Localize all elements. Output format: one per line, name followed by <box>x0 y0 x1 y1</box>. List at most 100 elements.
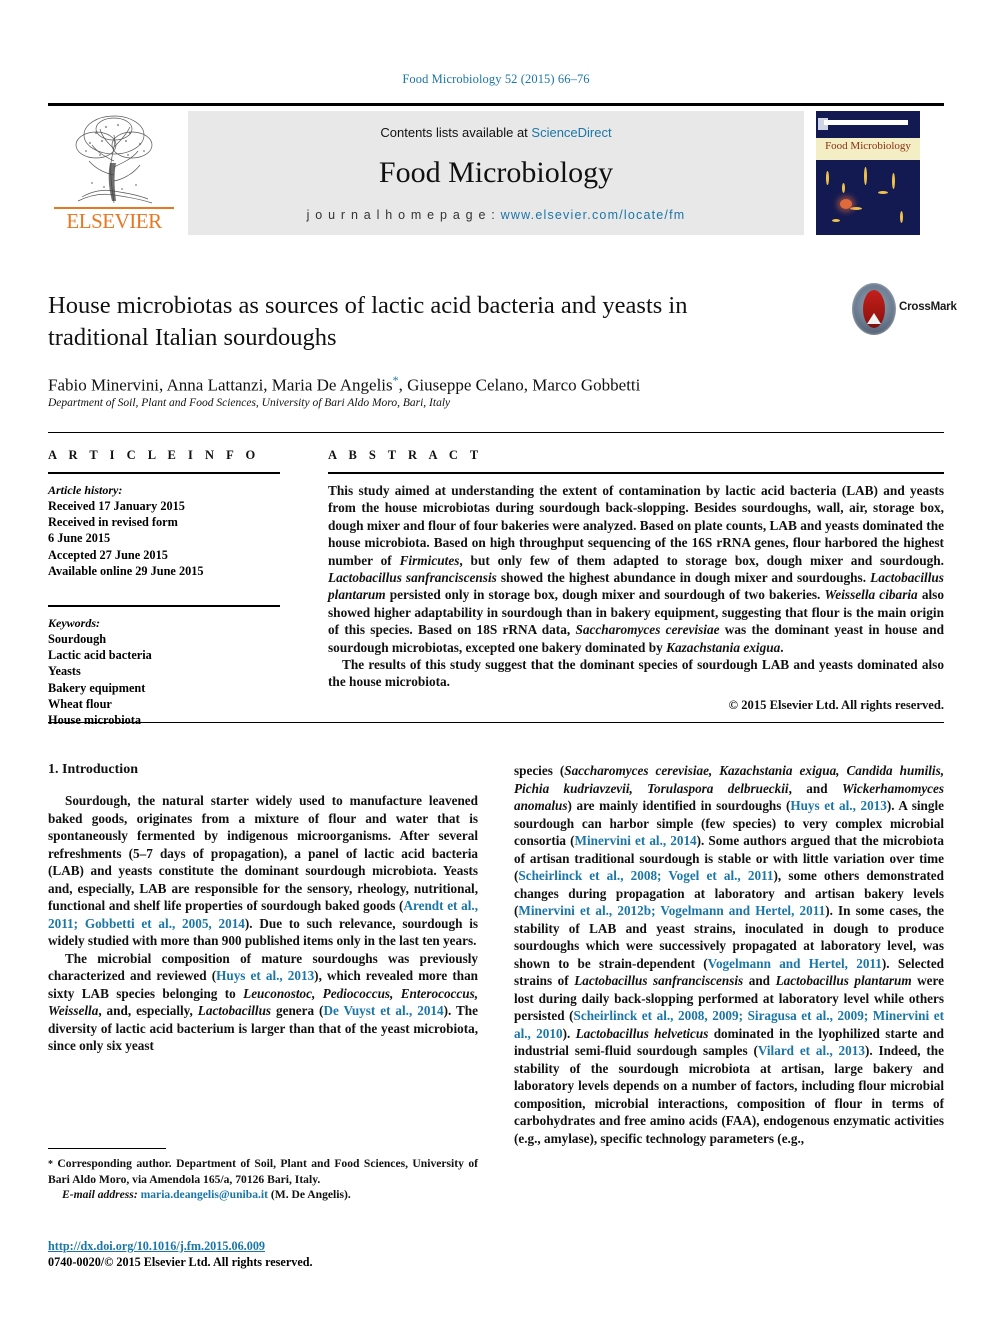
taxon-s-cerevisiae: Saccharomyces cerevisiae <box>575 622 720 638</box>
email-footnote: E-mail address: maria.deangelis@uniba.it… <box>48 1187 478 1202</box>
text-run: , and, especially, <box>98 1003 198 1018</box>
affiliation: Department of Soil, Plant and Food Scien… <box>48 397 451 409</box>
abstract-paragraph-1: This study aimed at understanding the ex… <box>328 482 944 656</box>
keyword-item: Yeasts <box>48 664 81 679</box>
taxon-w-cibaria: Weissella cibaria <box>824 587 918 603</box>
journal-title: Food Microbiology <box>378 156 614 189</box>
text-run: , and <box>788 780 842 796</box>
citation-link[interactable]: Minervini et al., 2012b; Vogelmann and H… <box>518 903 825 918</box>
body-column-right: species (Saccharomyces cerevisiae, Kazac… <box>514 762 944 1147</box>
taxon-k-exigua: Kazachstania exigua <box>666 639 781 655</box>
journal-masthead: ELSEVIER Contents lists available at Sci… <box>48 103 944 236</box>
footnote-text: Corresponding author. Department of Soil… <box>48 1157 478 1186</box>
abstract-text: persisted only in storage box, dough mix… <box>385 587 825 603</box>
running-head: Food Microbiology 52 (2015) 66–76 <box>402 72 590 86</box>
issn-copyright-line: 0740-0020/© 2015 Elsevier Ltd. All right… <box>48 1255 313 1269</box>
doi-link[interactable]: http://dx.doi.org/10.1016/j.fm.2015.06.0… <box>48 1238 478 1254</box>
taxon-lb-sanfranciscensis: Lactobacillus sanfranciscensis <box>328 570 497 586</box>
history-item: 6 June 2015 <box>48 531 111 546</box>
crossmark-badge[interactable]: CrossMark <box>852 283 957 335</box>
cover-speck <box>826 171 829 185</box>
taxon-firmicutes: Firmicutes <box>399 552 460 568</box>
article-info-column: A R T I C L E I N F O Article history: R… <box>48 448 280 728</box>
page-title: House microbiotas as sources of lactic a… <box>48 292 688 351</box>
introduction-text-right: species (Saccharomyces cerevisiae, Kazac… <box>514 762 944 1147</box>
history-item: Available online 29 June 2015 <box>48 563 204 578</box>
abstract-paragraph-2: The results of this study suggest that t… <box>328 657 944 690</box>
homepage-label: j o u r n a l h o m e p a g e : <box>306 208 501 222</box>
section-heading-introduction: 1. Introduction <box>48 762 138 777</box>
taxon-lb-helveticus: Lactobacillus helveticus <box>575 1025 709 1041</box>
text-run: ) are mainly identified in sourdoughs ( <box>567 798 791 813</box>
taxon-lb-plantarum: Lactobacillus plantarum <box>775 973 912 988</box>
cover-speck <box>878 191 888 194</box>
abstract-column: A B S T R A C T This study aimed at unde… <box>328 448 944 714</box>
elsevier-tree-icon <box>56 111 172 208</box>
journal-homepage-link[interactable]: www.elsevier.com/locate/fm <box>501 208 686 222</box>
elsevier-logo: ELSEVIER <box>48 111 180 235</box>
abstract-text: , but only few of them adapted to storag… <box>459 552 944 568</box>
keyword-item: Lactic acid bacteria <box>48 648 152 663</box>
keyword-item: Sourdough <box>48 632 107 647</box>
paragraph: The microbial composition of mature sour… <box>48 950 478 1055</box>
cover-top-bar <box>824 120 908 125</box>
contents-available-line: Contents lists available at ScienceDirec… <box>188 125 804 140</box>
citation-link[interactable]: Minervini et al., 2014 <box>575 833 697 848</box>
cover-speck <box>850 207 862 210</box>
article-history-list: Received 17 January 2015 Received in rev… <box>48 498 280 579</box>
keyword-item: Bakery equipment <box>48 680 146 695</box>
citation-link[interactable]: Huys et al., 2013 <box>790 798 887 813</box>
keyword-item: Wheat flour <box>48 696 112 711</box>
taxon-lb-sanfranciscensis: Lactobacillus sanfranciscensis <box>574 973 744 988</box>
author-list: Fabio Minervini, Anna Lattanzi, Maria De… <box>48 373 848 396</box>
abstract-text: showed the highest abundance in dough mi… <box>496 570 871 586</box>
citation-link[interactable]: De Vuyst et al., 2014 <box>323 1003 443 1018</box>
email-owner: (M. De Angelis). <box>270 1188 351 1201</box>
paragraph: species (Saccharomyces cerevisiae, Kazac… <box>514 762 944 1147</box>
text-run: ). Indeed, the stability of the sourdoug… <box>514 1043 944 1146</box>
citation-link[interactable]: Vilard et al., 2013 <box>758 1043 865 1058</box>
citation-link[interactable]: Huys et al., 2013 <box>216 968 314 983</box>
cover-speck <box>864 167 867 185</box>
contents-prefix: Contents lists available at <box>380 125 532 140</box>
sciencedirect-link[interactable]: ScienceDirect <box>531 125 611 140</box>
history-item: Received 17 January 2015 <box>48 499 185 513</box>
keywords-rule <box>48 605 280 608</box>
text-run: ). <box>562 1025 576 1041</box>
paragraph: Sourdough, the natural starter widely us… <box>48 792 478 950</box>
crossmark-icon <box>852 283 896 335</box>
journal-cover-thumbnail: Food Microbiology <box>816 111 920 235</box>
taxon-lactobacillus: Lactobacillus <box>197 1003 272 1018</box>
citation-link[interactable]: Scheirlinck et al., 2008; Vogel et al., … <box>518 868 773 883</box>
elsevier-wordmark: ELSEVIER <box>66 209 162 233</box>
body-column-left: 1. Introduction Sourdough, the natural s… <box>48 762 478 1055</box>
article-info-label: A R T I C L E I N F O <box>48 448 260 462</box>
info-section-top-rule <box>48 432 944 433</box>
cover-speck <box>892 173 895 189</box>
cover-speck <box>900 211 903 223</box>
crossmark-label: CrossMark <box>899 301 957 313</box>
text-run: genera ( <box>271 1003 324 1018</box>
cover-hotspot <box>840 199 852 209</box>
article-info-rule <box>48 472 280 474</box>
authors-text: Fabio Minervini, Anna Lattanzi, Maria De… <box>48 375 393 395</box>
citation-link[interactable]: Vogelmann and Hertel, 2011 <box>708 956 882 971</box>
journal-article-page: Food Microbiology 52 (2015) 66–76 ELSEVI… <box>0 0 992 1323</box>
authors-text-tail: , Giuseppe Celano, Marco Gobbetti <box>398 375 641 395</box>
introduction-text-left: Sourdough, the natural starter widely us… <box>48 792 478 1055</box>
abstract-copyright: © 2015 Elsevier Ltd. All rights reserved… <box>728 697 944 712</box>
cover-title-text: Food Microbiology <box>825 140 911 152</box>
keyword-item: House microbiota <box>48 713 142 728</box>
email-label: E-mail address: <box>62 1188 138 1201</box>
keywords-list: Sourdough Lactic acid bacteria Yeasts Ba… <box>48 631 280 728</box>
history-item: Accepted 27 June 2015 <box>48 547 168 562</box>
text-run: and <box>743 973 776 988</box>
cover-speck <box>832 219 840 222</box>
abstract-label: A B S T R A C T <box>328 448 483 462</box>
text-run: Sourdough, the natural starter widely us… <box>48 793 478 913</box>
email-link[interactable]: maria.deangelis@uniba.it <box>141 1188 268 1201</box>
keywords-heading: Keywords: <box>48 616 100 631</box>
footnote-block: * Corresponding author. Department of So… <box>48 1148 478 1202</box>
history-item: Received in revised form <box>48 515 178 530</box>
